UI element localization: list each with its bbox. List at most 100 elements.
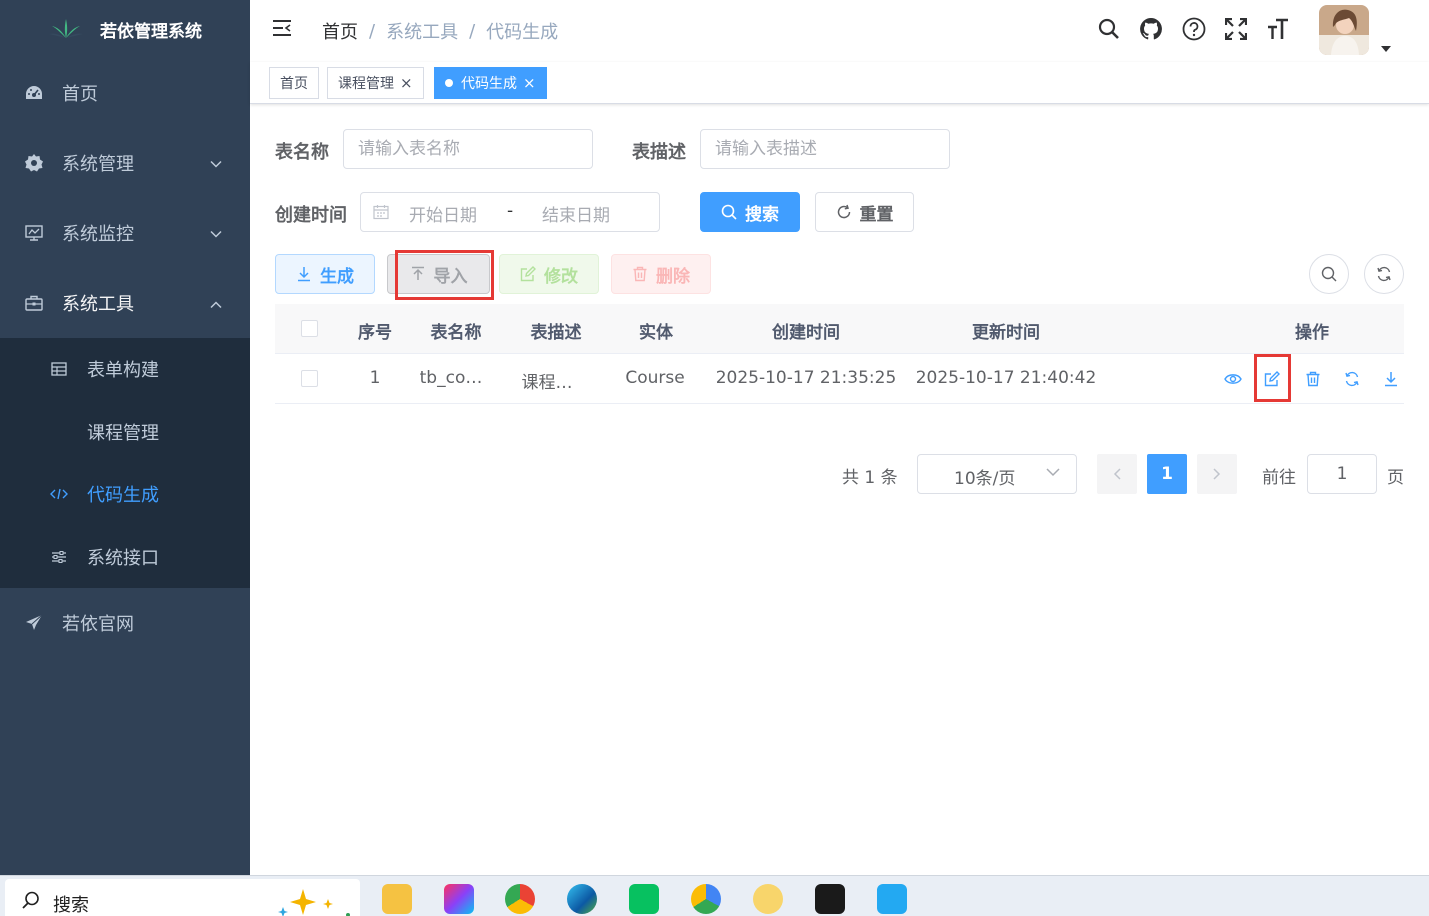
tag-codegen[interactable]: 代码生成 × xyxy=(434,67,547,99)
sidebar-item-home[interactable]: 首页 xyxy=(0,58,250,128)
sidebar-item-tools[interactable]: 系统工具 xyxy=(0,268,250,338)
sidebar-item-monitor[interactable]: 系统监控 xyxy=(0,198,250,268)
cell-update-time: 2025-10-17 21:40:42 xyxy=(915,368,1097,388)
logo-icon xyxy=(49,19,83,38)
gear-icon xyxy=(24,153,44,173)
chrome-icon[interactable] xyxy=(505,884,535,914)
trash-icon[interactable] xyxy=(1304,370,1322,388)
toggle-search-button[interactable] xyxy=(1309,254,1349,294)
goto-page-input[interactable] xyxy=(1307,454,1377,494)
breadcrumb-codegen: 代码生成 xyxy=(486,22,559,43)
navicat-icon[interactable] xyxy=(753,884,783,914)
breadcrumb-tools: 系统工具 xyxy=(386,22,459,43)
sidebar-item-codegen[interactable]: 代码生成 xyxy=(0,463,250,526)
table-name-input[interactable] xyxy=(343,129,593,169)
next-page-button[interactable] xyxy=(1197,454,1237,494)
close-icon[interactable]: × xyxy=(523,74,536,92)
sync-icon[interactable] xyxy=(1343,370,1361,388)
terminal-icon[interactable] xyxy=(815,884,845,914)
date-range-picker[interactable]: 开始日期 - 结束日期 xyxy=(360,192,660,232)
cell-table-name: tb_co… xyxy=(419,368,483,388)
cell-create-time: 2025-10-17 21:35:25 xyxy=(715,368,897,388)
tag-course[interactable]: 课程管理 × xyxy=(327,67,424,99)
sidebar-item-label: 系统监控 xyxy=(62,224,134,245)
dashboard-icon xyxy=(24,83,44,103)
intellij-icon[interactable] xyxy=(444,884,474,914)
sidebar-item-system[interactable]: 系统管理 xyxy=(0,128,250,198)
toolbox-icon xyxy=(24,293,44,313)
chevron-up-icon xyxy=(210,293,222,314)
breadcrumb: 首页 / 系统工具 / 代码生成 xyxy=(322,18,558,44)
sidebar-item-website[interactable]: 若依官网 xyxy=(0,588,250,658)
select-all-checkbox[interactable] xyxy=(301,320,318,337)
row-checkbox[interactable] xyxy=(301,370,318,387)
delete-button[interactable]: 删除 xyxy=(611,254,711,294)
breadcrumb-home[interactable]: 首页 xyxy=(322,18,358,44)
goto-label: 前往 xyxy=(1262,468,1296,488)
start-date-placeholder[interactable]: 开始日期 xyxy=(409,201,477,226)
sidebar-item-course[interactable]: 课程管理 xyxy=(0,401,250,464)
th-index: 序号 xyxy=(358,323,392,343)
chrome-canary-icon[interactable] xyxy=(691,884,721,914)
page-size-select[interactable]: 10条/页 xyxy=(917,454,1077,494)
th-actions: 操作 xyxy=(1295,323,1329,343)
prev-page-button[interactable] xyxy=(1097,454,1137,494)
code-icon xyxy=(50,485,68,503)
fullscreen-icon[interactable] xyxy=(1224,17,1248,41)
th-create-time: 创建时间 xyxy=(772,323,840,343)
sidebar-item-swagger[interactable]: 系统接口 xyxy=(0,526,250,589)
taskbar-search[interactable]: 搜索 xyxy=(5,879,360,916)
tags-view: 首页 课程管理 × 代码生成 × xyxy=(250,62,1429,104)
breadcrumb-separator: / xyxy=(369,20,376,42)
table-name-label: 表名称 xyxy=(275,142,329,163)
chevron-down-icon xyxy=(210,223,222,244)
caret-down-icon[interactable] xyxy=(1381,40,1391,56)
import-highlight-box xyxy=(395,250,494,300)
tools-submenu: 表单构建 课程管理 代码生成 系统接口 xyxy=(0,338,250,588)
range-separator: - xyxy=(507,201,514,221)
download-icon[interactable] xyxy=(1382,370,1400,388)
logo-title: 若依管理系统 xyxy=(100,21,202,42)
avatar[interactable] xyxy=(1319,5,1369,55)
goto-unit: 页 xyxy=(1387,468,1404,488)
close-icon[interactable]: × xyxy=(400,74,413,92)
create-time-label: 创建时间 xyxy=(275,205,347,226)
cell-table-desc: 课程… xyxy=(521,373,573,393)
monitor-icon xyxy=(24,223,44,243)
reset-button[interactable]: 重置 xyxy=(815,192,914,232)
sidebar-item-label: 系统管理 xyxy=(62,154,134,175)
chevron-down-icon xyxy=(1046,468,1060,477)
sidebar-item-label: 首页 xyxy=(62,84,98,105)
search-button[interactable]: 搜索 xyxy=(700,192,800,232)
page-1-button[interactable]: 1 xyxy=(1147,454,1187,494)
page-size-value: 10条/页 xyxy=(954,469,1016,489)
navbar: 首页 / 系统工具 / 代码生成 xyxy=(250,0,1429,62)
generate-button[interactable]: 生成 xyxy=(275,254,375,294)
hamburger-icon[interactable] xyxy=(272,19,292,39)
sidebar-item-label: 代码生成 xyxy=(87,485,159,507)
refresh-button[interactable] xyxy=(1364,254,1404,294)
sidebar: 若依管理系统 首页 系统管理 系统监控 系统工具 表单构建 课程管理 代码生成 … xyxy=(0,0,250,875)
table-desc-input[interactable] xyxy=(700,129,950,169)
sidebar-item-form-builder[interactable]: 表单构建 xyxy=(0,338,250,401)
cell-entity: Course xyxy=(625,368,685,388)
edit-button[interactable]: 修改 xyxy=(499,254,599,294)
font-size-icon[interactable] xyxy=(1266,17,1290,41)
end-date-placeholder[interactable]: 结束日期 xyxy=(542,201,610,226)
send-icon xyxy=(24,613,44,633)
question-icon[interactable] xyxy=(1182,17,1206,41)
wechat-icon[interactable] xyxy=(629,884,659,914)
sidebar-item-label: 系统工具 xyxy=(62,294,134,315)
table-header: 序号 表名称 表描述 实体 创建时间 更新时间 操作 xyxy=(275,304,1404,354)
file-explorer-icon[interactable] xyxy=(382,884,412,914)
th-update-time: 更新时间 xyxy=(972,323,1040,343)
preview-icon[interactable] xyxy=(1224,370,1242,388)
th-table-desc: 表描述 xyxy=(530,323,582,343)
search-icon[interactable] xyxy=(1097,17,1121,41)
edge-icon[interactable] xyxy=(567,884,597,914)
vscode-icon[interactable] xyxy=(877,884,907,914)
github-icon[interactable] xyxy=(1139,17,1163,41)
tag-home[interactable]: 首页 xyxy=(269,67,319,99)
th-table-name: 表名称 xyxy=(430,323,482,343)
logo[interactable]: 若依管理系统 xyxy=(0,0,250,58)
